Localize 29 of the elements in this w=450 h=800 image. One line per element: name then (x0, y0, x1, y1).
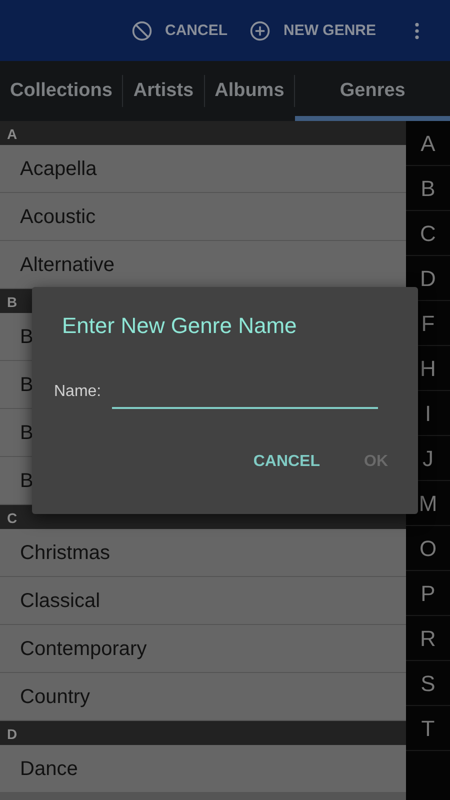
genre-item[interactable]: Christmas (0, 529, 406, 577)
section-header: D (0, 721, 406, 745)
more-icon[interactable] (414, 22, 420, 40)
genre-item[interactable]: Alternative (0, 241, 406, 289)
genre-item[interactable]: Classical (0, 577, 406, 625)
index-letter[interactable]: T (406, 706, 450, 751)
tab[interactable]: Collections (0, 61, 122, 121)
section-header: A (0, 121, 406, 145)
cancel-icon (130, 20, 153, 42)
index-letter[interactable]: B (406, 166, 450, 211)
action-button[interactable]: NEW GENRE (241, 20, 384, 42)
genre-item[interactable]: Dance (0, 745, 406, 793)
index-letter[interactable]: S (406, 661, 450, 706)
add-icon (249, 20, 272, 42)
genre-item[interactable]: Country (0, 673, 406, 721)
genre-item[interactable]: Contemporary (0, 625, 406, 673)
field-label: Name: (54, 383, 102, 401)
tab[interactable]: Artists (123, 61, 204, 121)
tab[interactable]: Albums (204, 61, 294, 121)
index-letter[interactable]: A (406, 121, 450, 166)
genre-item[interactable]: Acapella (0, 145, 406, 193)
dialog-title: Enter New Genre Name (62, 313, 298, 339)
index-letter[interactable]: O (406, 526, 450, 571)
action-button[interactable]: CANCEL (122, 20, 236, 42)
index-letter[interactable]: P (406, 571, 450, 616)
genre-item[interactable]: Acoustic (0, 193, 406, 241)
index-letter[interactable]: R (406, 616, 450, 661)
dialog-button[interactable]: CANCEL (253, 449, 320, 475)
index-letter[interactable]: C (406, 211, 450, 256)
